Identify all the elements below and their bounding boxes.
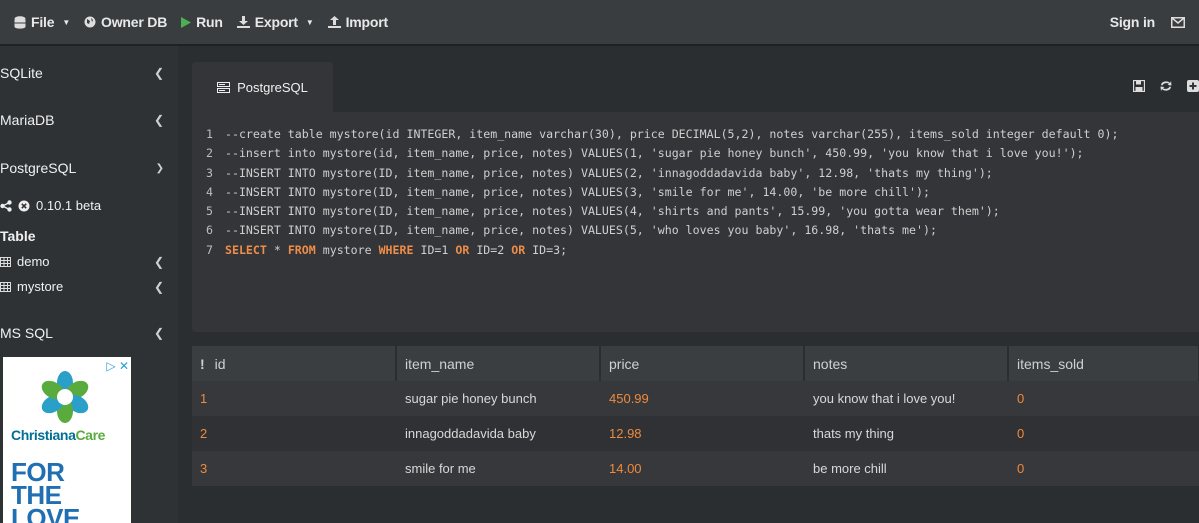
cell-price: 12.98 — [600, 416, 804, 451]
cell-items-sold: 0 — [1008, 381, 1199, 416]
tab-label: PostgreSQL — [237, 79, 308, 95]
run-label: Run — [196, 14, 223, 30]
close-circle-icon[interactable] — [18, 200, 30, 212]
column-header-item-name[interactable]: item_name — [396, 346, 601, 381]
column-header-id[interactable]: ! id — [192, 346, 397, 381]
code-area[interactable]: 1 --create table mystore(id INTEGER, ite… — [206, 125, 1196, 260]
navbar-right: Sign in — [1110, 0, 1185, 44]
editor-tabbar: PostgreSQL — [192, 62, 1199, 112]
cell-item-name: smile for me — [396, 451, 600, 486]
share-icon[interactable] — [0, 199, 12, 212]
chevron-left-icon: ❮ — [153, 66, 164, 80]
cell-notes: thats my thing — [804, 416, 1008, 451]
owner-db-label: Owner DB — [101, 14, 168, 30]
import-button[interactable]: Import — [327, 14, 389, 30]
column-header-items-sold[interactable]: items_sold — [1008, 346, 1199, 381]
export-label: Export — [254, 14, 298, 30]
sidebar-table-mystore[interactable]: mystore ❮ — [0, 279, 178, 294]
code-line: 5 --INSERT INTO mystore(ID, item_name, p… — [206, 204, 1000, 219]
code-line: 4 --INSERT INTO mystore(ID, item_name, p… — [206, 184, 930, 199]
upload-icon — [327, 16, 341, 28]
import-label: Import — [345, 14, 389, 30]
top-navbar: File ▼ Owner DB Run Export ▼ Import Sign… — [0, 0, 1199, 46]
code-line: 2 --insert into mystore(id, item_name, p… — [206, 146, 1084, 161]
code-line: 6 --INSERT INTO mystore(ID, item_name, p… — [206, 223, 937, 238]
chevron-down-icon: ❯ — [155, 162, 164, 174]
run-button[interactable]: Run — [181, 14, 223, 30]
version-label: 0.10.1 beta — [36, 198, 102, 213]
sidebar-item-sqlite[interactable]: SQLite ❮ — [0, 62, 178, 84]
cell-item-name: sugar pie honey bunch — [396, 381, 600, 416]
column-header-notes[interactable]: notes — [804, 346, 1009, 381]
alert-icon: ! — [200, 355, 205, 372]
cell-notes: you know that i love you! — [804, 381, 1008, 416]
column-header-price[interactable]: price — [600, 346, 805, 381]
ad-headline: FOR THE LOVE — [11, 457, 80, 523]
table-grid-icon — [0, 256, 11, 267]
chevron-down-icon: ▼ — [62, 17, 71, 27]
table-heading: Table — [0, 228, 36, 244]
cell-items-sold: 0 — [1008, 416, 1199, 451]
sidebar: SQLite ❮ MariaDB ❮ PostgreSQL ❯ 0.10.1 b… — [0, 46, 178, 523]
sidebar-item-mariadb[interactable]: MariaDB ❮ — [0, 109, 178, 131]
export-menu[interactable]: Export ▼ — [236, 14, 314, 30]
sidebar-table-demo[interactable]: demo ❮ — [0, 254, 178, 269]
sidebar-item-mssql[interactable]: MS SQL ❮ — [0, 322, 178, 344]
download-icon — [236, 16, 250, 28]
sidebar-item-label: MS SQL — [0, 325, 53, 341]
code-line: 1 --create table mystore(id INTEGER, ite… — [206, 127, 1119, 141]
advertisement[interactable]: ▷ ✕ ChristianaCare FOR THE LOVE — [3, 357, 131, 523]
tab-postgresql[interactable]: PostgreSQL — [192, 62, 333, 112]
sql-editor-panel: PostgreSQL 1 --create table mystore(id I… — [192, 62, 1199, 332]
table-grid-icon — [0, 281, 11, 292]
cell-notes: be more chill — [804, 451, 1008, 486]
server-icon — [217, 81, 231, 93]
code-line-select: 7 SELECT * FROM mystore WHERE ID=1 OR ID… — [206, 242, 568, 257]
cell-id: 3 — [192, 451, 396, 486]
refresh-icon[interactable] — [1159, 80, 1173, 92]
cell-item-name: innagoddadavida baby — [396, 416, 600, 451]
table-row[interactable]: 3 smile for me 14.00 be more chill 0 — [192, 451, 1199, 486]
sidebar-item-label: MariaDB — [0, 112, 55, 128]
play-icon — [181, 16, 192, 28]
owner-db-button[interactable]: Owner DB — [84, 14, 167, 30]
chevron-down-icon: ▼ — [305, 17, 314, 27]
cell-id: 2 — [192, 416, 396, 451]
table-row[interactable]: 1 sugar pie honey bunch 450.99 you know … — [192, 381, 1199, 416]
ad-choices-icon[interactable]: ▷ ✕ — [106, 359, 129, 373]
chevron-left-icon: ❮ — [153, 254, 164, 269]
envelope-icon[interactable] — [1171, 16, 1185, 28]
add-icon[interactable] — [1187, 80, 1199, 92]
database-icon — [14, 15, 26, 29]
cell-id: 1 — [192, 381, 396, 416]
sign-in-link[interactable]: Sign in — [1110, 14, 1155, 30]
cell-price: 450.99 — [600, 381, 804, 416]
table-name: mystore — [17, 279, 64, 294]
table-row[interactable]: 2 innagoddadavida baby 12.98 thats my th… — [192, 416, 1199, 451]
chevron-left-icon: ❮ — [153, 113, 164, 127]
cell-items-sold: 0 — [1008, 451, 1199, 486]
save-icon[interactable] — [1133, 80, 1145, 92]
file-menu[interactable]: File ▼ — [14, 14, 70, 30]
table-header-row: ! id item_name price notes items_sold — [192, 346, 1199, 381]
sidebar-item-label: PostgreSQL — [0, 160, 77, 176]
version-row: 0.10.1 beta — [0, 198, 178, 213]
sidebar-item-postgresql[interactable]: PostgreSQL ❯ — [0, 157, 178, 179]
code-line: 3 --INSERT INTO mystore(ID, item_name, p… — [206, 165, 993, 180]
editor-tools — [1133, 80, 1199, 92]
table-name: demo — [17, 254, 50, 269]
ad-brand: ChristianaCare — [11, 427, 105, 443]
sidebar-item-label: SQLite — [0, 65, 43, 81]
globe-icon — [84, 16, 96, 28]
file-menu-label: File — [31, 14, 55, 30]
chevron-left-icon: ❮ — [153, 279, 164, 294]
results-table: ! id item_name price notes items_sold 1 s… — [192, 346, 1199, 488]
chevron-left-icon: ❮ — [153, 326, 164, 340]
flower-logo-icon — [41, 371, 89, 423]
cell-price: 14.00 — [600, 451, 804, 486]
